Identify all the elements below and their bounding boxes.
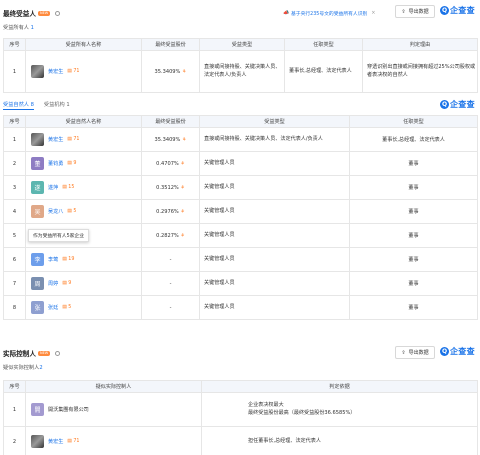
table-row: 4 吴吴龙八 ▤ 5 0.2976% ⚘ 关键管理人员 董事 — [3, 199, 478, 224]
building-icon: ▤ — [67, 69, 72, 74]
col-header: 受益自然人名称 — [25, 115, 142, 128]
company-count-tag[interactable]: ▤ 9 — [62, 281, 71, 286]
natural-person-table: 序号 受益自然人名称 最终受益股份 受益类型 任职类型 1 黄宏生 ▤ 71 35… — [3, 115, 478, 320]
avatar: 開 — [31, 403, 44, 416]
avatar: 遂 — [31, 181, 44, 194]
person-link[interactable]: 吴龙八 — [48, 208, 63, 215]
sound-icon: 📣 — [283, 11, 289, 16]
beneficiary-table: 序号 受益所有人名称 最终受益股份 受益类型 任职类型 判定理由 1 黄宏生 ▤ … — [3, 38, 478, 93]
company-count-tag[interactable]: ▤ 15 — [62, 185, 74, 190]
col-header: 序号 — [3, 380, 26, 393]
section3-sub: 疑似实际控制人2 — [3, 365, 43, 371]
person-link[interactable]: 张廷 — [48, 304, 58, 311]
company-count-tag[interactable]: ▤ 19 — [62, 257, 74, 262]
person-link[interactable]: 黄宏生 — [48, 136, 63, 143]
person-link[interactable]: 遂萍 — [48, 184, 58, 191]
building-icon: ▤ — [67, 137, 72, 142]
avatar: 董 — [31, 157, 44, 170]
section3-header: 实际控制人 NEW — [3, 348, 61, 358]
notice-link[interactable]: 📣 基于央行235号文的受益所有人识别 × — [283, 10, 375, 17]
company-count-tag[interactable]: ▤ 71 — [67, 439, 79, 444]
person-link[interactable]: 李莺 — [48, 256, 58, 263]
new-badge: NEW — [37, 10, 51, 16]
building-icon: ▤ — [62, 257, 67, 262]
building-icon: ▤ — [62, 281, 67, 286]
building-icon: ▤ — [67, 439, 72, 444]
chart-icon[interactable]: ⚘ — [180, 209, 184, 215]
chart-icon[interactable]: ⚘ — [180, 161, 184, 167]
export-icon: ⇪ — [401, 8, 406, 15]
info-icon[interactable] — [55, 10, 61, 16]
avatar: 周 — [31, 277, 44, 290]
col-header: 判定理由 — [362, 38, 478, 51]
chart-icon[interactable]: ⚘ — [180, 185, 184, 191]
avatar: 张 — [31, 301, 44, 314]
chart-icon[interactable]: ⚘ — [182, 137, 186, 143]
info-icon[interactable] — [55, 350, 61, 356]
company-count-tag[interactable]: ▤ 9 — [67, 161, 76, 166]
company-link[interactable]: 開沃集團有限公司 — [48, 406, 89, 413]
chart-icon[interactable]: ⚘ — [182, 69, 186, 75]
close-icon[interactable]: × — [371, 11, 375, 16]
new-badge: NEW — [37, 350, 51, 356]
qcc-logo: Q 企查查 — [440, 100, 475, 109]
table-row: 3 遂遂萍 ▤ 15 0.3512% ⚘ 关键管理人员 董事 — [3, 175, 478, 200]
tooltip: 作为受益所有人5家企业 — [28, 229, 90, 242]
col-header: 序号 — [3, 38, 26, 51]
avatar — [31, 435, 44, 448]
col-header: 序号 — [3, 115, 26, 128]
avatar: 吴 — [31, 205, 44, 218]
controller-table: 序号 疑似实际控制人 判定依据 1 開開沃集團有限公司 企业表决权最大 最终受益股… — [3, 380, 478, 455]
col-header: 最终受益股份 — [141, 115, 200, 128]
export-button[interactable]: ⇪ 导出数据 — [395, 5, 435, 18]
beneficiary-tabs: 受益自然人 8 受益机构 1 — [3, 101, 70, 110]
qcc-logo: Q 企查查 — [440, 347, 475, 356]
table-row: 8 张张廷 ▤ 5 - 关键管理人员 董事 — [3, 295, 478, 320]
building-icon: ▤ — [62, 185, 67, 190]
building-icon: ▤ — [67, 209, 72, 214]
table-row: 2 黄宏生 ▤ 71 担任董事长,总经理、法定代表人 — [3, 426, 478, 455]
person-link[interactable]: 董钧勇 — [48, 160, 63, 167]
section3-title: 实际控制人 — [3, 350, 36, 358]
chart-icon[interactable]: ⚘ — [180, 233, 184, 239]
avatar: 李 — [31, 253, 44, 266]
table-row: 1 黄宏生 ▤ 71 35.3409% ⚘ 直接或间接持股、关键决策人员、法定代表… — [3, 127, 478, 152]
tab-natural-person[interactable]: 受益自然人 8 — [3, 101, 34, 110]
qcc-logo: Q 企查查 — [440, 6, 475, 15]
col-header: 疑似实际控制人 — [25, 380, 202, 393]
col-header: 最终受益股份 — [141, 38, 200, 51]
section1-header: 最终受益人 NEW — [3, 8, 61, 18]
avatar — [31, 133, 44, 146]
col-header: 受益类型 — [199, 115, 350, 128]
section1-sub: 受益所有人 1 — [3, 25, 34, 31]
section1-title: 最终受益人 — [3, 10, 36, 18]
company-count-tag[interactable]: ▤ 71 — [67, 137, 79, 142]
building-icon: ▤ — [62, 305, 67, 310]
col-header: 任职类型 — [349, 115, 478, 128]
tab-institution[interactable]: 受益机构 1 — [44, 101, 70, 110]
table-row: 1 開開沃集團有限公司 企业表决权最大 最终受益股份最高（最终受益股份36.658… — [3, 392, 478, 427]
building-icon: ▤ — [67, 161, 72, 166]
table-row: 7 周周婷 ▤ 9 - 关键管理人员 董事 — [3, 271, 478, 296]
export-button[interactable]: ⇪ 导出数据 — [395, 346, 435, 359]
person-link[interactable]: 黄宏生 — [48, 68, 63, 75]
avatar — [31, 65, 44, 78]
col-header: 判定依据 — [201, 380, 478, 393]
table-row: 2 董董钧勇 ▤ 9 0.4707% ⚘ 关键管理人员 董事 — [3, 151, 478, 176]
person-link[interactable]: 黄宏生 — [48, 438, 63, 445]
col-header: 受益类型 — [199, 38, 285, 51]
col-header: 任职类型 — [284, 38, 363, 51]
company-count-tag[interactable]: ▤ 5 — [62, 305, 71, 310]
company-count-tag[interactable]: ▤ 71 — [67, 69, 79, 74]
company-count-tag[interactable]: ▤ 5 — [67, 209, 76, 214]
col-header: 受益所有人名称 — [25, 38, 142, 51]
export-icon: ⇪ — [401, 349, 406, 356]
person-link[interactable]: 周婷 — [48, 280, 58, 287]
table-row: 6 李李莺 ▤ 19 - 关键管理人员 董事 — [3, 247, 478, 272]
table-row: 1 黄宏生 ▤ 71 35.3409% ⚘ 直接或间接持股、关键决策人员、法定代表… — [3, 50, 478, 93]
